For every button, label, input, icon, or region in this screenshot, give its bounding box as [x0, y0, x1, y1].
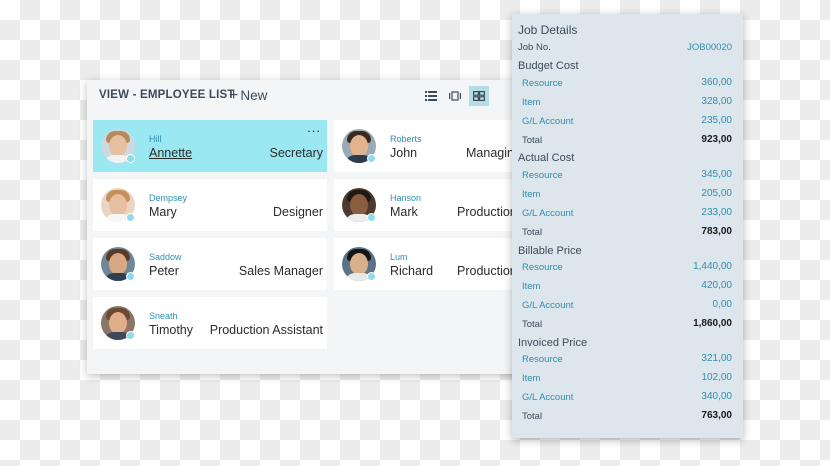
- row-label-total: Total: [522, 319, 543, 330]
- section-heading-actual-cost: Actual Cost: [518, 152, 575, 164]
- row-label: Item: [522, 373, 541, 384]
- row-label-total: Total: [522, 411, 543, 422]
- presence-status-icon: [367, 213, 376, 222]
- row-value[interactable]: 235,00: [701, 115, 732, 126]
- section-heading-invoiced-price: Invoiced Price: [518, 337, 588, 349]
- row-label: Item: [522, 97, 541, 108]
- employee-job-title: Production Assistant: [209, 323, 323, 337]
- view-mode-switcher: [421, 86, 489, 108]
- row-value[interactable]: 328,00: [701, 96, 732, 107]
- list-header: VIEW - EMPLOYEE LIST + New: [87, 80, 523, 114]
- row-value-total: 1,860,00: [693, 318, 732, 329]
- row-label: G/L Account: [522, 208, 574, 219]
- row-value-total: 783,00: [701, 226, 732, 237]
- row-label: Resource: [522, 262, 563, 273]
- row-label: Resource: [522, 170, 563, 181]
- employee-last-name: Sneath: [149, 311, 178, 321]
- row-label: Resource: [522, 78, 563, 89]
- job-details-title: Job Details: [518, 23, 578, 37]
- employee-list-panel: VIEW - EMPLOYEE LIST + New Hill Annette …: [87, 80, 523, 374]
- row-label: G/L Account: [522, 300, 574, 311]
- employee-job-title: Designer: [272, 205, 323, 219]
- employee-job-title: Production: [457, 205, 517, 219]
- section-heading-budget-cost: Budget Cost: [518, 60, 579, 72]
- presence-status-icon: [367, 154, 376, 163]
- row-label: Resource: [522, 354, 563, 365]
- section-heading-billable-price: Billable Price: [518, 245, 582, 257]
- row-value[interactable]: 205,00: [701, 188, 732, 199]
- job-no-label: Job No.: [518, 42, 551, 53]
- job-details-panel: Job Details Job No. JOB00020 Budget Cost…: [512, 14, 743, 438]
- employee-first-name: Mary: [149, 205, 177, 219]
- presence-status-icon: [126, 213, 135, 222]
- row-value[interactable]: 340,00: [701, 391, 732, 402]
- more-options-icon[interactable]: ...: [307, 120, 321, 135]
- employee-last-name: Lum: [390, 252, 408, 262]
- tile-view-icon[interactable]: [445, 86, 465, 106]
- row-value-total: 923,00: [701, 134, 732, 145]
- new-button[interactable]: + New: [229, 87, 267, 105]
- employee-first-name: Timothy: [149, 323, 193, 337]
- presence-status-icon: [367, 272, 376, 281]
- presence-status-icon: [126, 154, 135, 163]
- employee-card[interactable]: Sneath Timothy Production Assistant: [93, 297, 327, 349]
- row-value-total: 763,00: [701, 410, 732, 421]
- row-label: Item: [522, 281, 541, 292]
- row-value[interactable]: 345,00: [701, 169, 732, 180]
- employee-last-name: Hanson: [390, 193, 422, 203]
- row-value[interactable]: 420,00: [701, 280, 732, 291]
- employee-first-name: John: [390, 146, 418, 160]
- employee-last-name: Roberts: [390, 134, 422, 144]
- employee-job-title: Sales Manager: [238, 264, 323, 278]
- row-value[interactable]: 1,440,00: [693, 261, 732, 272]
- employee-first-name: Peter: [149, 264, 179, 278]
- employee-card[interactable]: Hill Annette Secretary ...: [93, 120, 327, 172]
- employee-job-title: Secretary: [269, 146, 324, 160]
- employee-first-name: Richard: [390, 264, 434, 278]
- list-view-icon[interactable]: [421, 86, 441, 106]
- employee-card[interactable]: Roberts John Managing: [334, 120, 523, 172]
- employee-card[interactable]: Dempsey Mary Designer: [93, 179, 327, 231]
- employee-card[interactable]: Hanson Mark Production: [334, 179, 523, 231]
- employee-first-name: Mark: [390, 205, 418, 219]
- presence-status-icon: [126, 331, 135, 340]
- row-value[interactable]: 360,00: [701, 77, 732, 88]
- row-label: Item: [522, 189, 541, 200]
- row-value[interactable]: 321,00: [701, 353, 732, 364]
- row-label-total: Total: [522, 227, 543, 238]
- employee-last-name: Saddow: [149, 252, 182, 262]
- employee-first-name[interactable]: Annette: [149, 146, 192, 160]
- row-label: G/L Account: [522, 392, 574, 403]
- employee-card[interactable]: Lum Richard Production: [334, 238, 523, 290]
- brick-view-icon[interactable]: [469, 86, 489, 106]
- row-label-total: Total: [522, 135, 543, 146]
- row-value[interactable]: 233,00: [701, 207, 732, 218]
- employee-last-name: Dempsey: [149, 193, 188, 203]
- row-value[interactable]: 0,00: [713, 299, 732, 310]
- employee-last-name: Hill: [149, 134, 162, 144]
- row-value[interactable]: 102,00: [701, 372, 732, 383]
- employee-card[interactable]: Saddow Peter Sales Manager: [93, 238, 327, 290]
- job-no-value[interactable]: JOB00020: [687, 42, 732, 53]
- row-label: G/L Account: [522, 116, 574, 127]
- plus-icon: +: [229, 87, 239, 104]
- page-title: VIEW - EMPLOYEE LIST: [99, 89, 235, 101]
- employee-job-title: Production: [457, 264, 517, 278]
- presence-status-icon: [126, 272, 135, 281]
- new-button-label: New: [240, 88, 268, 103]
